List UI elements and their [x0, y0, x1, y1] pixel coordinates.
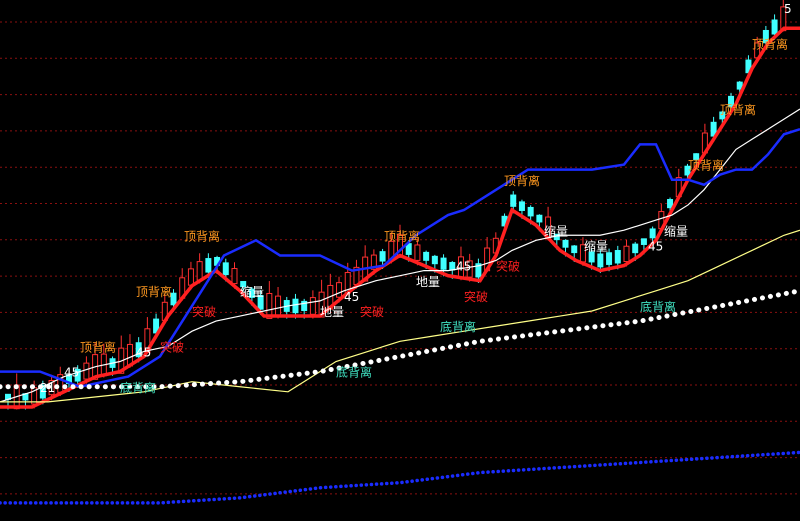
candle-body [336, 282, 343, 298]
candle-body [562, 239, 569, 248]
candle-body [588, 251, 595, 263]
annotation-label: 顶背离 [80, 339, 116, 354]
candle-body [614, 250, 621, 264]
annotation-label: 缩量 [664, 223, 688, 238]
annotation-label: 45 [648, 239, 663, 253]
candle-body [606, 252, 613, 265]
candle-body [205, 258, 212, 273]
annotation-label: 缩量 [240, 284, 264, 299]
candle-body [431, 255, 438, 265]
candle-body [571, 245, 578, 254]
annotation-label: 底背离 [440, 319, 476, 334]
annotation-label: 45 [456, 260, 471, 274]
annotation-label: 底背离 [120, 380, 156, 395]
annotation-label: 顶背离 [136, 284, 172, 299]
candle-body [771, 19, 778, 35]
annotation-label: 45 [344, 290, 359, 304]
annotation-label: 缩量 [544, 223, 568, 238]
annotation-label: 缩量 [584, 238, 608, 253]
candle-body [187, 268, 194, 286]
chart-area: 顶背离 顶背离顶背离顶背离顶背离顶背离顶背离顶背离底背离底背离底背离底背离突破突破… [0, 0, 800, 521]
candle-body [649, 228, 656, 239]
candle-body [527, 206, 534, 217]
candle-body [222, 262, 229, 276]
candle-body [667, 199, 674, 209]
candle-body [449, 262, 456, 271]
annotation-label: 顶背离 [720, 102, 756, 117]
candle-body [196, 261, 203, 281]
candle-body [379, 251, 386, 262]
annotation-label: 顶背离 [504, 173, 540, 188]
annotation-label: 顶背离 [184, 228, 220, 243]
annotation-label: 突破 [192, 304, 216, 319]
candle-body [510, 194, 517, 207]
annotation-label: 顶背离 [688, 158, 724, 173]
annotation-label: 5 [784, 2, 792, 16]
chart-background [0, 0, 800, 521]
candle-body [640, 238, 647, 245]
candle-body [231, 268, 238, 285]
annotation-label: 底背离 [640, 299, 676, 314]
annotation-label: 突破 [464, 289, 488, 304]
annotation-label: 突破 [360, 304, 384, 319]
candle-body [275, 295, 282, 317]
candle-body [309, 297, 316, 315]
annotation-label: 21 [40, 381, 55, 395]
candle-body [414, 244, 421, 261]
annotation-label: 顶背离 [384, 228, 420, 243]
annotation-label: 地量 [416, 275, 440, 289]
candle-body [292, 298, 299, 314]
candle-body [423, 251, 430, 261]
annotation-label: 顶背离 [752, 36, 788, 51]
annotation-label: 45 [136, 345, 151, 359]
annotation-label: 45 [64, 366, 79, 380]
candle-body [597, 253, 604, 268]
candle-body [632, 243, 639, 254]
candle-body [518, 201, 525, 211]
candle-body [83, 362, 90, 380]
candle-body [440, 257, 447, 270]
annotation-label: 地量 [320, 305, 344, 319]
annotation-label: 突破 [160, 339, 184, 354]
candle-body [536, 214, 543, 223]
annotation-label: 突破 [496, 259, 520, 274]
annotation-label: 底背离 [336, 365, 372, 380]
candle-body [623, 245, 630, 263]
